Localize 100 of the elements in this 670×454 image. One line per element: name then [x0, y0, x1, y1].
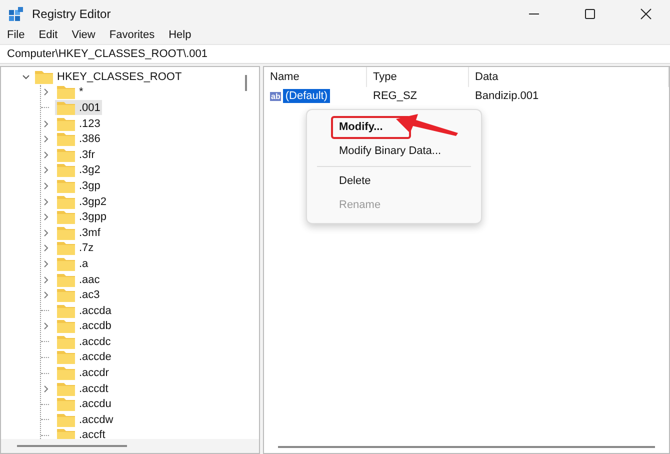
- folder-icon: [57, 382, 75, 396]
- chevron-right-icon[interactable]: [41, 134, 51, 144]
- tree-item[interactable]: .3mf: [55, 225, 102, 240]
- chevron-right-icon[interactable]: [41, 212, 51, 222]
- tree-item-label: .accdb: [79, 320, 112, 332]
- menu-item[interactable]: Help: [168, 29, 192, 41]
- folder-icon: [57, 366, 75, 380]
- menu-item[interactable]: Edit: [38, 29, 58, 41]
- tree-item-label: .accft: [79, 429, 106, 439]
- menu-item[interactable]: Favorites: [109, 29, 155, 41]
- chevron-right-icon[interactable]: [41, 118, 51, 129]
- scrollbar-thumb[interactable]: [17, 445, 127, 447]
- tree-item[interactable]: .3gp2: [55, 194, 109, 210]
- tree-item-label: .aac: [79, 274, 100, 286]
- chevron-right-icon[interactable]: [41, 165, 51, 176]
- folder-icon: [57, 256, 75, 271]
- column-header[interactable]: Data: [469, 67, 669, 87]
- menu-item[interactable]: Delete: [311, 170, 399, 193]
- tree-item[interactable]: .accdu: [55, 396, 114, 412]
- folder-icon: [35, 70, 53, 84]
- tree-item-label: .accde: [79, 351, 112, 364]
- tree-item-label: .a: [79, 258, 88, 270]
- tree-item[interactable]: .3fr: [55, 147, 97, 162]
- chevron-right-icon[interactable]: [41, 290, 51, 300]
- tree-item[interactable]: *: [55, 84, 86, 100]
- tree-item-label: .3g2: [79, 164, 100, 176]
- tree-item-label: .accdt: [79, 382, 108, 395]
- tree-item[interactable]: .accda: [55, 303, 114, 318]
- tree-item-label: .accdu: [79, 398, 112, 410]
- pointer-arrow: [394, 111, 460, 137]
- column-header[interactable]: Type: [367, 67, 469, 87]
- folder-icon: [57, 241, 75, 256]
- folder-icon: [57, 163, 75, 178]
- chevron-right-icon[interactable]: [41, 228, 51, 238]
- chevron-right-icon[interactable]: [41, 196, 51, 207]
- address-field[interactable]: Computer\HKEY_CLASSES_ROOT\.001: [0, 44, 670, 64]
- folder-icon: [57, 100, 75, 115]
- menu-item[interactable]: Modify Binary Data...: [311, 140, 470, 163]
- tree-item[interactable]: .7z: [55, 240, 96, 256]
- folder-icon: [57, 334, 75, 349]
- window-title: Registry Editor: [32, 7, 111, 21]
- folder-icon: [57, 288, 75, 302]
- tree-item-label: .386: [79, 133, 100, 146]
- tree-item[interactable]: HKEY_CLASSES_ROOT: [57, 70, 182, 83]
- chevron-right-icon[interactable]: [41, 150, 51, 160]
- tree-item[interactable]: .accdw: [55, 412, 116, 428]
- tree-item[interactable]: .386: [55, 132, 102, 147]
- table-cell-text: REG_SZ: [372, 90, 418, 102]
- tree-item[interactable]: .accde: [55, 350, 114, 365]
- tree-item-label: .123: [79, 118, 100, 130]
- tree-item-label: .accdc: [79, 336, 111, 348]
- tree-item-label: .7z: [79, 242, 94, 254]
- tree-item-label: .3fr: [79, 148, 95, 161]
- tree-item[interactable]: .3gpp: [55, 210, 109, 225]
- tree-item[interactable]: .accdc: [55, 334, 113, 350]
- maximize-icon[interactable]: [584, 8, 596, 20]
- tree-item-label: .3gp: [79, 180, 100, 192]
- chevron-right-icon[interactable]: [41, 87, 51, 98]
- tree-item[interactable]: .accdb: [55, 318, 114, 334]
- string-value-icon: ab: [270, 92, 282, 100]
- tree-item[interactable]: .3g2: [55, 162, 102, 178]
- chevron-right-icon[interactable]: [41, 243, 51, 254]
- tree-item-label: *: [79, 86, 84, 98]
- folder-icon: [57, 226, 75, 240]
- tree-item[interactable]: .001: [55, 100, 102, 116]
- tree-item-label: .accdr: [79, 367, 109, 380]
- table-cell-text: Bandizip.001: [474, 90, 540, 102]
- folder-icon: [57, 116, 75, 131]
- tree-item-label: .001: [79, 102, 100, 114]
- tree-item[interactable]: .a: [55, 256, 90, 272]
- tree-item-label: .3gp2: [79, 196, 107, 208]
- tree-item[interactable]: .accdr: [55, 366, 111, 381]
- folder-icon: [57, 85, 75, 100]
- folder-icon: [57, 350, 75, 364]
- scrollbar-thumb[interactable]: [245, 75, 247, 91]
- folder-icon: [57, 178, 75, 193]
- folder-icon: [57, 148, 75, 162]
- tree-item[interactable]: .accdt: [55, 381, 110, 396]
- chevron-right-icon[interactable]: [41, 321, 51, 332]
- chevron-right-icon[interactable]: [41, 180, 51, 191]
- chevron-right-icon[interactable]: [41, 258, 51, 269]
- folder-icon: [57, 210, 75, 224]
- tree-item-label: .accda: [79, 304, 112, 317]
- tree-item[interactable]: .aac: [55, 272, 102, 288]
- tree-item[interactable]: .3gp: [55, 178, 102, 194]
- value-name[interactable]: (Default): [283, 89, 330, 103]
- column-header[interactable]: Name: [264, 67, 367, 87]
- folder-icon: [57, 132, 75, 146]
- tree-item-label: .accdw: [79, 414, 114, 426]
- tree-item[interactable]: .ac3: [55, 288, 102, 303]
- folder-icon: [57, 397, 75, 412]
- close-icon[interactable]: [640, 8, 652, 20]
- tree-item[interactable]: .123: [55, 116, 102, 132]
- menu-item[interactable]: File: [7, 29, 25, 41]
- chevron-right-icon[interactable]: [41, 384, 51, 394]
- tree-item-label: .3gpp: [79, 211, 107, 224]
- folder-icon: [57, 319, 75, 334]
- folder-icon: [57, 194, 75, 209]
- chevron-right-icon[interactable]: [41, 274, 51, 285]
- menu-item[interactable]: View: [72, 29, 96, 41]
